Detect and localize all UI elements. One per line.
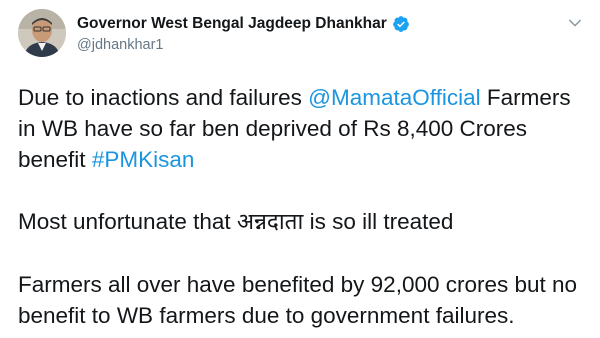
tweet-card: Governor West Bengal Jagdeep Dhankhar @j…	[0, 0, 600, 338]
chevron-down-icon[interactable]	[566, 14, 584, 32]
user-handle[interactable]: @jdhankhar1	[77, 37, 550, 53]
author-block: Governor West Bengal Jagdeep Dhankhar @j…	[77, 14, 550, 53]
display-name[interactable]: Governor West Bengal Jagdeep Dhankhar	[77, 15, 387, 33]
text-segment: Most unfortunate that	[18, 209, 237, 234]
tweet-paragraph-2: Most unfortunate that अन्नदाता is so ill…	[18, 206, 588, 238]
tweet-paragraph-3: Farmers all over have benefited by 92,00…	[18, 272, 578, 328]
text-segment: Due to inactions and failures	[18, 85, 309, 110]
name-row: Governor West Bengal Jagdeep Dhankhar	[77, 14, 550, 34]
hindi-word: अन्नदाता	[236, 209, 304, 235]
hashtag-link[interactable]: #PMKisan	[92, 147, 195, 172]
mention-link[interactable]: @MamataOfficial	[308, 85, 480, 110]
verified-badge-icon	[392, 15, 410, 33]
avatar[interactable]	[18, 9, 66, 57]
tweet-text: Due to inactions and failures @MamataOff…	[18, 82, 588, 331]
text-segment: is so ill treated	[303, 209, 454, 234]
tweet-paragraph-1: Due to inactions and failures @MamataOff…	[18, 82, 588, 175]
